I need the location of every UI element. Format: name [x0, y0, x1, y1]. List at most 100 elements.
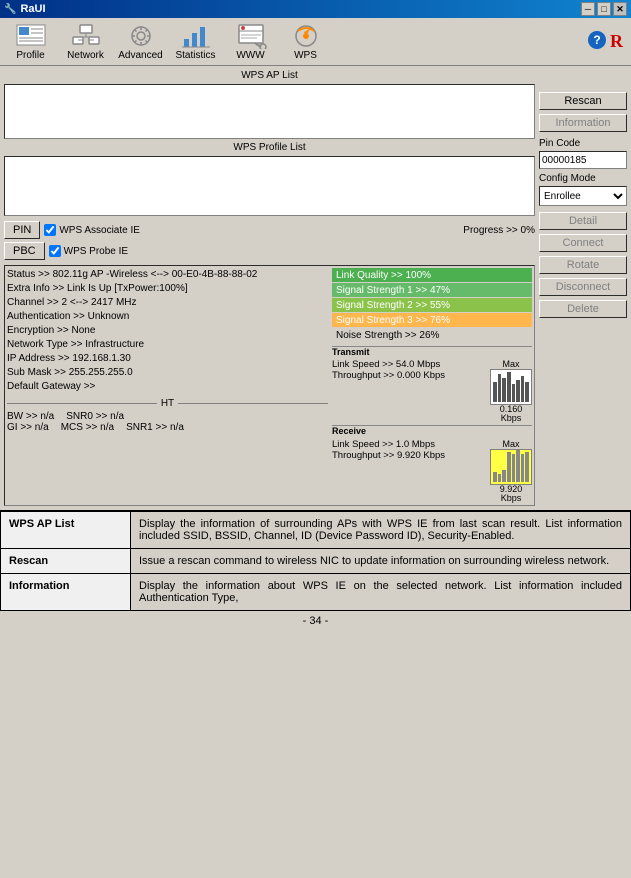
signal-area: Link Quality >> 100% Signal Strength 1 >…: [332, 268, 532, 503]
rx-bar-chart: [490, 449, 532, 485]
close-button[interactable]: ✕: [613, 2, 627, 16]
rx-throughput: Throughput >> 9.920 Kbps: [332, 450, 486, 461]
signal-strength-3-bar: Signal Strength 3 >> 76%: [332, 313, 532, 327]
toolbar: Profile Network: [0, 18, 631, 66]
receive-label: Receive: [332, 426, 366, 436]
advanced-label: Advanced: [118, 50, 162, 61]
r-logo: R: [610, 31, 623, 52]
ht-divider: HT: [7, 398, 328, 409]
pin-pbc-row: PIN WPS Associate IE Progress >> 0%: [4, 219, 535, 241]
wps-associate-ie-checkbox[interactable]: [44, 224, 56, 236]
pin-pbc-row2: PBC WPS Probe IE: [4, 240, 535, 262]
wps-probe-ie-wrap: WPS Probe IE: [49, 245, 128, 257]
statistics-label: Statistics: [175, 50, 215, 61]
transmit-header: Transmit: [332, 346, 532, 357]
network-label: Network: [67, 50, 104, 61]
status-line-0: Status >> 802.11g AP -Wireless <--> 00-E…: [7, 268, 328, 282]
pin-code-input[interactable]: [539, 151, 627, 169]
info-table: WPS AP List Display the information of s…: [0, 510, 631, 611]
term-wps-ap-list: WPS AP List: [1, 511, 131, 549]
status-left: Status >> 802.11g AP -Wireless <--> 00-E…: [7, 268, 328, 503]
term-information: Information: [1, 574, 131, 611]
tx-bar-chart: [490, 369, 532, 405]
status-line-5: Network Type >> Infrastructure: [7, 338, 328, 352]
status-line-2: Channel >> 2 <--> 2417 MHz: [7, 296, 328, 310]
ht-label: HT: [161, 398, 174, 409]
maximize-button[interactable]: □: [597, 2, 611, 16]
wps-ap-list-box: [4, 84, 535, 139]
def-information: Display the information about WPS IE on …: [131, 574, 631, 611]
toolbar-item-www[interactable]: WWW: [228, 22, 273, 61]
bw-label: BW >> n/a: [7, 411, 54, 422]
detail-button[interactable]: Detail: [539, 212, 627, 230]
status-line-1: Extra Info >> Link Is Up [TxPower:100%]: [7, 282, 328, 296]
pin-button[interactable]: PIN: [4, 221, 40, 239]
table-row-information: Information Display the information abou…: [1, 574, 631, 611]
status-line-8: Default Gateway >>: [7, 380, 328, 394]
snr0-label: SNR0 >> n/a: [66, 411, 124, 422]
tx-kbps: 0.160Kbps: [500, 405, 523, 423]
status-line-4: Encryption >> None: [7, 324, 328, 338]
wps-icon: [290, 22, 322, 50]
wps-probe-ie-checkbox[interactable]: [49, 245, 61, 257]
pbc-button[interactable]: PBC: [4, 242, 45, 260]
status-area: Status >> 802.11g AP -Wireless <--> 00-E…: [4, 265, 535, 506]
information-button[interactable]: Information: [539, 114, 627, 132]
snr1-label: SNR1 >> n/a: [126, 422, 184, 433]
transmit-label: Transmit: [332, 347, 370, 357]
tx-throughput: Throughput >> 0.000 Kbps: [332, 370, 486, 381]
table-row-rescan: Rescan Issue a rescan command to wireles…: [1, 549, 631, 574]
connect-button[interactable]: Connect: [539, 234, 627, 252]
toolbar-item-network[interactable]: Network: [63, 22, 108, 61]
receive-content: Link Speed >> 1.0 Mbps Throughput >> 9.9…: [332, 439, 532, 503]
help-button[interactable]: ?: [588, 31, 606, 49]
table-row-wps-ap-list: WPS AP List Display the information of s…: [1, 511, 631, 549]
rx-chart-wrap: Max 9.920Kbps: [490, 439, 532, 503]
gi-label: GI >> n/a: [7, 422, 49, 433]
signal-strength-2-bar: Signal Strength 2 >> 55%: [332, 298, 532, 312]
www-icon: [235, 22, 267, 50]
status-line-6: IP Address >> 192.168.1.30: [7, 352, 328, 366]
transmit-content: Link Speed >> 54.0 Mbps Throughput >> 0.…: [332, 359, 532, 423]
toolbar-item-wps[interactable]: WPS: [283, 22, 328, 61]
config-mode-dropdown[interactable]: Enrollee Registrar: [539, 186, 627, 206]
minimize-button[interactable]: ─: [581, 2, 595, 16]
receive-info: Link Speed >> 1.0 Mbps Throughput >> 9.9…: [332, 439, 486, 503]
pin-code-label: Pin Code: [539, 138, 627, 149]
rotate-button[interactable]: Rotate: [539, 256, 627, 274]
link-quality-bar: Link Quality >> 100%: [332, 268, 532, 282]
delete-button[interactable]: Delete: [539, 300, 627, 318]
def-rescan: Issue a rescan command to wireless NIC t…: [131, 549, 631, 574]
disconnect-button[interactable]: Disconnect: [539, 278, 627, 296]
title-bar-buttons: ─ □ ✕: [581, 2, 627, 16]
toolbar-item-advanced[interactable]: Advanced: [118, 22, 163, 61]
wps-profile-list-box: [4, 156, 535, 216]
profile-icon: [15, 22, 47, 50]
config-mode-label: Config Mode: [539, 173, 627, 184]
tx-chart-wrap: Max 0.160Kbps: [490, 359, 532, 423]
wps-associate-ie-label: WPS Associate IE: [59, 225, 140, 236]
toolbar-item-statistics[interactable]: Statistics: [173, 22, 218, 61]
rx-kbps: 9.920Kbps: [500, 485, 523, 503]
signal-strength-1-bar: Signal Strength 1 >> 47%: [332, 283, 532, 297]
hw-row2: GI >> n/a MCS >> n/a SNR1 >> n/a: [7, 422, 328, 433]
rx-max-label: Max: [502, 439, 519, 449]
rescan-button[interactable]: Rescan: [539, 92, 627, 110]
statistics-icon: [180, 22, 212, 50]
noise-strength-bar: Noise Strength >> 26%: [332, 328, 532, 342]
hw-row: BW >> n/a SNR0 >> n/a: [7, 411, 328, 422]
title-bar: 🔧 RaUI ─ □ ✕: [0, 0, 631, 18]
wps-associate-ie-wrap: WPS Associate IE: [44, 224, 140, 236]
def-wps-ap-list: Display the information of surrounding A…: [131, 511, 631, 549]
term-rescan: Rescan: [1, 549, 131, 574]
tx-link-speed: Link Speed >> 54.0 Mbps: [332, 359, 486, 370]
app-icon: 🔧: [4, 4, 16, 15]
tx-max-label: Max: [502, 359, 519, 369]
rx-link-speed: Link Speed >> 1.0 Mbps: [332, 439, 486, 450]
wps-label: WPS: [294, 50, 317, 61]
wps-ap-list-label: WPS AP List: [4, 70, 535, 81]
right-panel: Rescan Information Pin Code Config Mode …: [539, 70, 627, 506]
status-line-7: Sub Mask >> 255.255.255.0: [7, 366, 328, 380]
toolbar-item-profile[interactable]: Profile: [8, 22, 53, 61]
network-icon: [70, 22, 102, 50]
